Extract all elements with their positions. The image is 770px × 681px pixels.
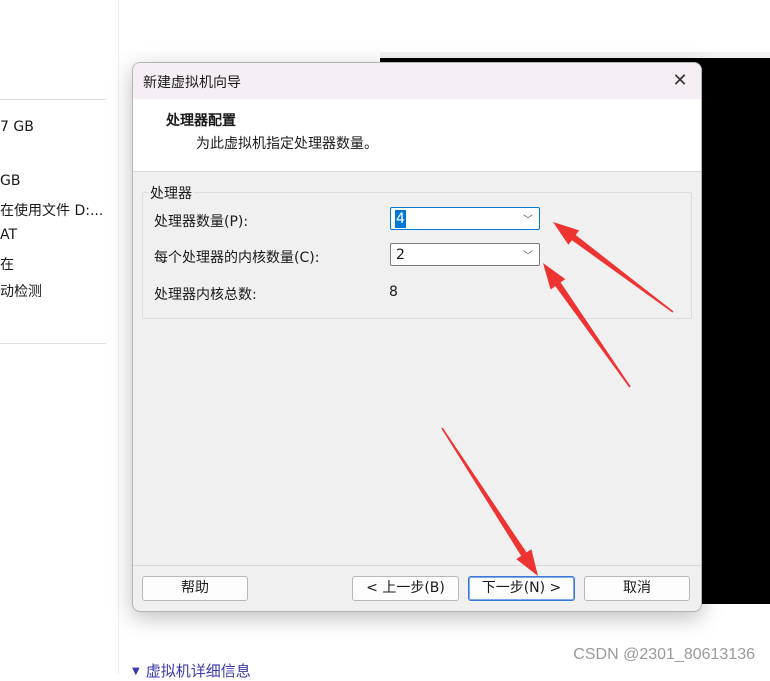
cores-per-processor-label: 每个处理器的内核数量(C): [154, 250, 320, 266]
cores-per-processor-dropdown[interactable]: 2 ﹀ [390, 243, 540, 266]
background-divider [0, 343, 106, 344]
background-memory-value: 7 GB [0, 119, 34, 135]
new-vm-wizard-dialog: 新建虚拟机向导 ✕ 处理器配置 为此虚拟机指定处理器数量。 处理器 处理器数量(… [132, 62, 702, 612]
processor-count-dropdown[interactable]: 4 ﹀ [390, 207, 540, 230]
total-cores-value: 8 [389, 284, 398, 300]
vm-preview-top-edge [380, 52, 770, 58]
chevron-down-icon[interactable]: ﹀ [523, 211, 533, 226]
background-left-panel [0, 0, 119, 674]
processor-group-label: 处理器 [148, 183, 194, 203]
page-description: 为此虚拟机指定处理器数量。 [196, 136, 378, 152]
help-button[interactable]: 帮助 [142, 576, 248, 601]
processor-count-label: 处理器数量(P): [154, 214, 249, 230]
vm-details-label: 虚拟机详细信息 [145, 662, 251, 680]
next-button[interactable]: 下一步(N) > [468, 576, 575, 601]
footer-divider [133, 565, 701, 566]
total-cores-label: 处理器内核总数: [154, 287, 257, 303]
collapse-triangle-icon[interactable]: ▼ [132, 666, 140, 677]
background-disk-value: GB [0, 173, 21, 189]
vm-details-section-header[interactable]: ▼ 虚拟机详细信息 [132, 660, 251, 681]
page-title: 处理器配置 [166, 113, 236, 129]
background-cdrom-value: 在使用文件 D:... [0, 203, 104, 219]
processor-count-value: 4 [395, 210, 406, 228]
background-divider [0, 99, 106, 100]
background-display-value: 动检测 [0, 284, 42, 300]
wizard-header: 处理器配置 为此虚拟机指定处理器数量。 [133, 99, 701, 172]
csdn-watermark: CSDN @2301_80613136 [573, 646, 755, 663]
background-usb-value: 在 [0, 257, 14, 273]
close-icon[interactable]: ✕ [659, 63, 701, 99]
background-network-value: AT [0, 227, 18, 243]
dialog-title: 新建虚拟机向导 [143, 75, 241, 91]
dialog-titlebar[interactable]: 新建虚拟机向导 ✕ [133, 63, 701, 99]
cancel-button[interactable]: 取消 [584, 576, 690, 601]
cores-per-processor-value: 2 [396, 247, 405, 263]
chevron-down-icon[interactable]: ﹀ [523, 247, 533, 262]
back-button[interactable]: < 上一步(B) [352, 576, 459, 601]
